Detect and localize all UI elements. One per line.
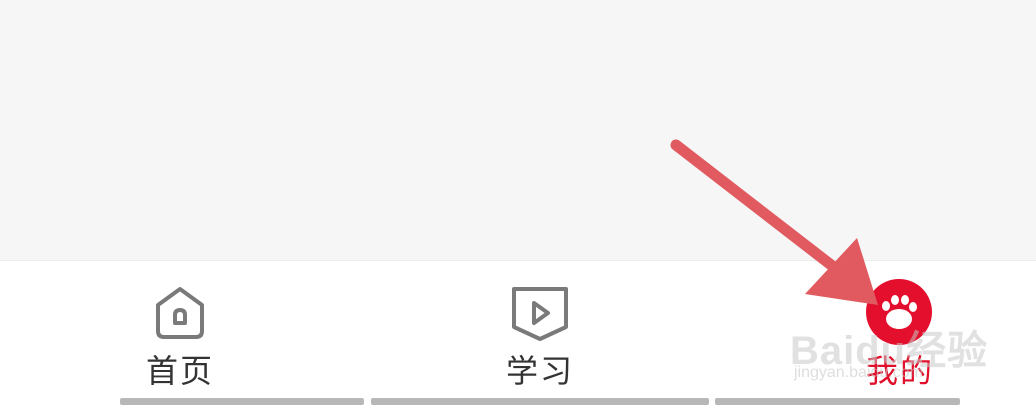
content-area — [0, 0, 1036, 260]
tab-mine-label: 我的 — [865, 352, 934, 390]
tab-study[interactable]: 学习 — [440, 261, 640, 401]
nav-indicator-bar — [120, 398, 364, 405]
tab-mine[interactable]: 我的 — [800, 261, 1000, 401]
avatar — [866, 279, 932, 345]
bottom-tab-bar: 首页 学习 我的 — [0, 260, 1036, 408]
tab-study-label: 学习 — [505, 352, 574, 390]
nav-indicator-bar — [371, 398, 709, 405]
app-screen: 首页 学习 我的 Baidu经验 jingyan.baidu.com — [0, 0, 1036, 408]
nav-indicator-bar — [715, 398, 960, 405]
play-video-icon — [512, 287, 568, 341]
home-icon — [156, 287, 204, 339]
tab-home[interactable]: 首页 — [80, 261, 280, 401]
tab-home-label: 首页 — [145, 352, 214, 390]
paw-icon — [882, 295, 917, 329]
